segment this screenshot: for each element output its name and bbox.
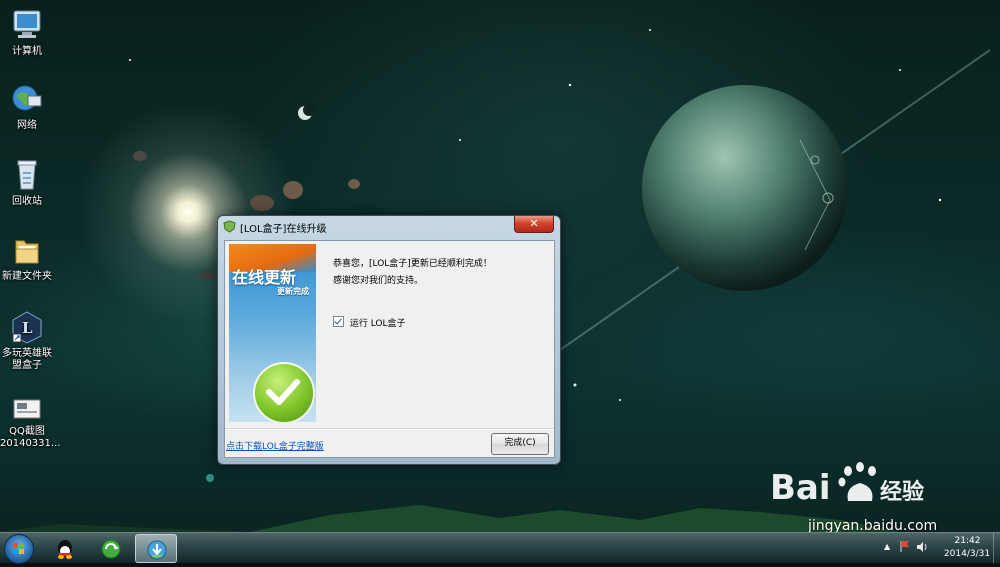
banner-subtitle: 更新完成 — [277, 287, 309, 296]
desktop-icon-label: 网络 — [17, 120, 37, 131]
dialog-content: 在线更新 更新完成 恭喜您，[LOL盒子]更新已经顺利完成！ 感谢您对我们的支持… — [224, 240, 555, 458]
lol-box-updater-icon — [147, 540, 167, 560]
taskbar: ▲ 21:42 2014/3/31 — [0, 532, 1000, 564]
baidu-jingyan-watermark: Bai 经验 — [770, 462, 924, 508]
desktop-icon-network[interactable]: 网络 — [0, 82, 54, 132]
banner-title: 在线更新 — [232, 268, 297, 287]
svg-text:经验: 经验 — [880, 479, 924, 505]
computer-icon — [13, 10, 41, 38]
shield-icon — [223, 220, 236, 233]
folder-icon — [15, 240, 39, 264]
desktop-icon-label: 回收站 — [12, 196, 42, 207]
desktop-icon-qq-screenshot[interactable]: QQ截图20140331... — [0, 396, 61, 450]
lol-box-shortcut-icon: L — [12, 311, 42, 344]
dialog-title: [LOL盒子]在线升级 — [240, 224, 327, 235]
planet — [642, 85, 848, 291]
desktop-icon-lol-box[interactable]: L 多玩英雄联盟盒子 — [0, 310, 54, 372]
download-full-version-link[interactable]: 点击下载LOL盒子完整版 — [226, 439, 324, 452]
svg-text:L: L — [22, 319, 33, 337]
recycle-bin-icon — [17, 160, 37, 190]
taskbar-qq[interactable] — [44, 534, 84, 561]
windows-logo-icon — [13, 543, 24, 554]
screenshot-file-icon — [13, 399, 41, 419]
desktop-icon-label: 计算机 — [12, 46, 42, 57]
close-icon: ✕ — [529, 217, 539, 230]
action-center-flag-icon[interactable] — [898, 539, 912, 553]
desktop-icon-label: 多玩英雄联盟盒子 — [2, 348, 52, 371]
success-message: 恭喜您，[LOL盒子]更新已经顺利完成！ — [333, 259, 492, 269]
taskbar-browser[interactable] — [90, 534, 130, 561]
update-dialog: [LOL盒子]在线升级 ✕ 在线更新 更新完成 恭喜您，[LOL盒子]更新已经顺… — [217, 215, 561, 465]
taskbar-lol-box-updater[interactable] — [135, 534, 177, 563]
desktop-icon-label: 新建文件夹 — [2, 271, 52, 282]
clock-time[interactable]: 21:42 — [945, 536, 990, 546]
dialog-titlebar[interactable]: [LOL盒子]在线升级 ✕ — [218, 216, 560, 238]
clock-date[interactable]: 2014/3/31 — [942, 549, 992, 559]
thanks-message: 感谢您对我们的支持。 — [333, 276, 424, 286]
desktop-icon-computer[interactable]: 计算机 — [0, 8, 54, 58]
success-check-icon — [253, 362, 315, 422]
volume-icon[interactable] — [915, 540, 929, 554]
update-banner: 在线更新 更新完成 — [229, 244, 316, 422]
start-button[interactable] — [4, 534, 34, 564]
desktop-icon-recycle-bin[interactable]: 回收站 — [0, 158, 54, 208]
desktop-icon-label: QQ截图20140331... — [0, 426, 61, 449]
browser-icon — [101, 539, 121, 559]
network-icon — [12, 85, 42, 111]
qq-icon — [58, 540, 72, 559]
finish-button[interactable]: 完成(C) — [491, 433, 549, 455]
run-checkbox[interactable] — [333, 316, 344, 327]
close-button[interactable]: ✕ — [514, 216, 554, 233]
svg-text:Bai: Bai — [770, 468, 831, 508]
run-checkbox-label: 运行 LOL盒子 — [349, 319, 406, 329]
show-hidden-icons-button[interactable]: ▲ — [884, 542, 890, 551]
show-desktop-button[interactable] — [993, 533, 1000, 563]
divider — [225, 428, 554, 430]
desktop-icon-new-folder[interactable]: 新建文件夹 — [0, 233, 54, 283]
run-lol-box-option[interactable]: 运行 LOL盒子 — [333, 316, 406, 329]
